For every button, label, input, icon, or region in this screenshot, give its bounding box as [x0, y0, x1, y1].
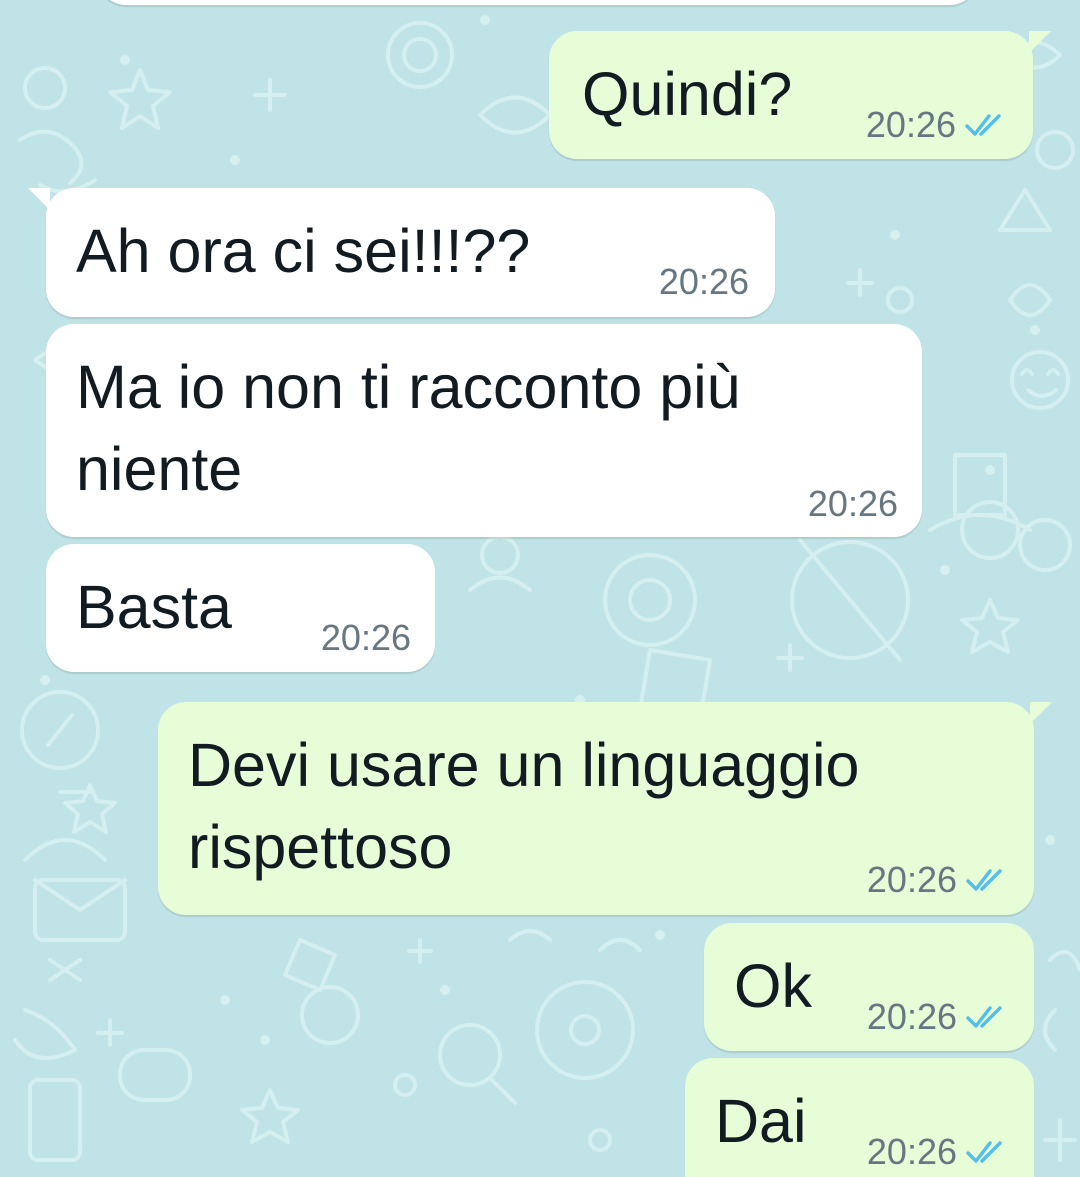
message-meta: 20:26 — [866, 105, 1008, 145]
message-time: 20:26 — [866, 996, 957, 1037]
message-text: Devi usare un linguaggio rispettoso — [188, 731, 860, 881]
message-text: Dai — [715, 1087, 807, 1155]
message-meta: 20:26 — [659, 262, 749, 302]
message-bubble-devi-usare[interactable]: Devi usare un linguaggio rispettoso 20:2… — [158, 702, 1052, 915]
message-bubble-ok[interactable]: Ok 20:26 — [704, 923, 1034, 1051]
partial-previous-message[interactable] — [98, 0, 978, 5]
bubble-tail — [28, 188, 50, 210]
double-check-icon — [966, 869, 1002, 891]
message-bubble-basta[interactable]: Basta 20:26 — [46, 544, 435, 672]
message-meta: 20:26 — [867, 1132, 1009, 1172]
message-text: Ok — [734, 952, 812, 1020]
message-time: 20:26 — [320, 617, 411, 658]
bubble-tail — [1029, 31, 1051, 53]
bubble-tail — [1030, 702, 1052, 724]
message-time: 20:26 — [865, 104, 956, 145]
message-meta: 20:26 — [808, 484, 898, 524]
message-text: Quindi? — [582, 60, 793, 128]
message-text: Ah ora ci sei!!!?? — [76, 217, 531, 285]
message-bubble-ah-ora-ci-sei[interactable]: Ah ora ci sei!!!?? 20:26 — [28, 188, 775, 317]
message-time: 20:26 — [807, 483, 898, 524]
message-meta: 20:26 — [321, 618, 411, 658]
message-time: 20:26 — [866, 859, 957, 900]
message-time: 20:26 — [658, 261, 749, 302]
message-text: Basta — [76, 573, 232, 641]
chat-messages[interactable]: Quindi? 20:26 Ah ora ci sei!!!?? 20:26 M… — [0, 0, 1080, 1177]
message-bubble-ma-io-non[interactable]: Ma io non ti racconto più niente 20:26 — [46, 324, 922, 537]
message-bubble-dai[interactable]: Dai 20:26 — [685, 1058, 1034, 1177]
message-text: Ma io non ti racconto più niente — [76, 353, 741, 503]
double-check-icon — [965, 114, 1001, 136]
double-check-icon — [966, 1006, 1002, 1028]
double-check-icon — [966, 1141, 1002, 1163]
message-meta: 20:26 — [867, 860, 1009, 900]
message-meta: 20:26 — [867, 997, 1009, 1037]
message-bubble-quindi[interactable]: Quindi? 20:26 — [549, 31, 1051, 159]
message-time: 20:26 — [866, 1131, 957, 1172]
